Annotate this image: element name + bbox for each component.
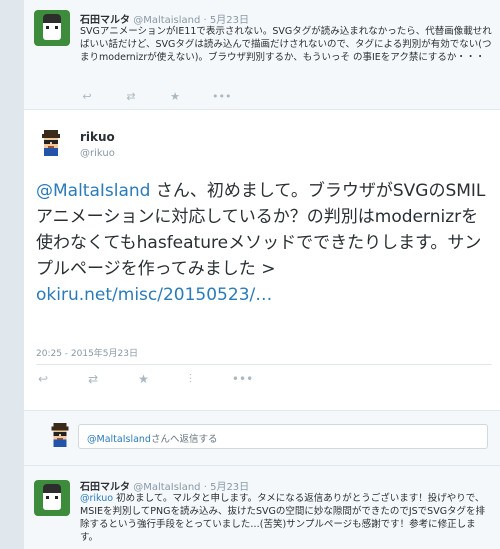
author-name[interactable]: rikuo <box>80 130 115 144</box>
reply-placeholder: さんへ返信する <box>150 434 218 445</box>
tweet-header: 石田マルタ @MaltaIsland · 5月23日 <box>80 478 249 493</box>
reply-box: @MaltaIslandさんへ返信する <box>24 410 500 465</box>
tweet-actions: ↩ ⇄ ★ ⫶ ••• <box>38 372 253 387</box>
url-link[interactable]: okiru.net/misc/20150523/… <box>36 285 272 305</box>
favorite-icon[interactable]: ★ <box>138 372 149 387</box>
avatar-malta[interactable] <box>34 10 70 46</box>
tweet-malta-1[interactable]: 石田マルタ @Maltaisland · 5月23日 SVGアニメーションがIE… <box>24 0 500 110</box>
tweet-body: 初めまして。マルタと申します。タメになる返信ありがとうございます！投げやりで、M… <box>80 493 486 543</box>
tweet-malta-2[interactable]: 石田マルタ @MaltaIsland · 5月23日 @rikuo 初めまして。… <box>24 465 500 549</box>
tweet-actions: ↩ ⇄ ★ ••• <box>80 90 231 103</box>
more-icon[interactable]: ••• <box>212 90 231 103</box>
reply-input[interactable]: @MaltaIslandさんへ返信する <box>78 424 488 449</box>
tweet-text: SVGアニメーションがIE11で表示されない。SVGタグが読み込まれなかったら、… <box>80 26 492 63</box>
avatar-malta[interactable] <box>34 480 70 516</box>
retweet-icon[interactable]: ⇄ <box>124 90 138 103</box>
more-icon[interactable]: ••• <box>232 372 253 387</box>
tweet-text: @MaltaIsland さん、初めまして。ブラウザがSVGのSMILアニメーシ… <box>36 178 492 308</box>
tweet-rikuo-focused: rikuo @rikuo @MaltaIsland さん、初めまして。ブラウザが… <box>24 110 500 410</box>
mention-link[interactable]: @rikuo <box>80 493 113 504</box>
timeline-column: 石田マルタ @Maltaisland · 5月23日 SVGアニメーションがIE… <box>24 0 500 549</box>
tweet-header: 石田マルタ @Maltaisland · 5月23日 <box>80 11 249 26</box>
reply-mention: @MaltaIsland <box>87 434 151 445</box>
retweet-icon[interactable]: ⇄ <box>88 372 98 387</box>
favorite-icon[interactable]: ★ <box>168 90 182 103</box>
reply-icon[interactable]: ↩ <box>80 90 94 103</box>
divider <box>36 364 492 365</box>
avatar-rikuo[interactable] <box>38 130 64 156</box>
mention-link[interactable]: @MaltaIsland <box>36 181 150 201</box>
tweet-timestamp[interactable]: 20:25 - 2015年5月23日 <box>36 346 138 359</box>
reply-icon[interactable]: ↩ <box>38 372 48 387</box>
tweet-text: @rikuo 初めまして。マルタと申します。タメになる返信ありがとうございます！… <box>80 492 492 544</box>
avatar-current-user <box>48 423 72 447</box>
stats-icon[interactable]: ⫶ <box>189 372 192 387</box>
author-screen-name[interactable]: @rikuo <box>80 148 115 159</box>
